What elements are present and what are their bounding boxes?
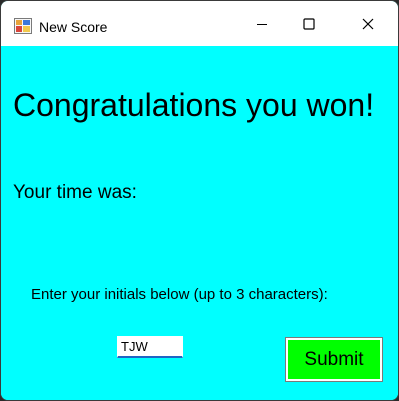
maximize-button[interactable] xyxy=(283,1,335,46)
submit-button[interactable]: Submit xyxy=(285,337,383,382)
app-icon xyxy=(14,18,32,34)
form-client-area: Congratulations you won! Your time was: … xyxy=(1,46,398,400)
congratulations-heading: Congratulations you won! xyxy=(13,87,375,123)
close-icon xyxy=(362,18,374,29)
minimize-button[interactable] xyxy=(236,1,288,46)
new-score-window: New Score Congratulations you won! Your … xyxy=(0,0,399,401)
time-label: Your time was: xyxy=(13,182,137,203)
initials-prompt: Enter your initials below (up to 3 chara… xyxy=(31,286,328,303)
initials-input[interactable] xyxy=(117,336,183,358)
close-button[interactable] xyxy=(342,1,394,46)
minimize-icon xyxy=(257,23,267,25)
window-title: New Score xyxy=(39,19,108,35)
title-bar[interactable]: New Score xyxy=(1,1,398,46)
maximize-icon xyxy=(303,17,315,30)
